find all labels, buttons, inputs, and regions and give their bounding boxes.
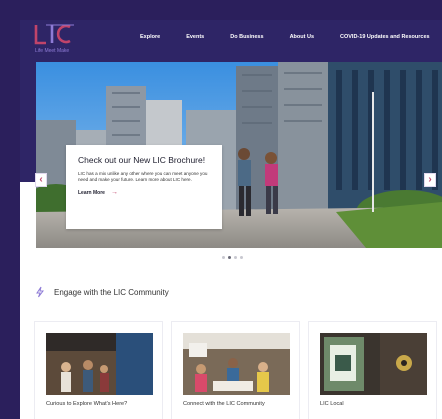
learn-more-label: Learn More xyxy=(78,189,105,196)
carousel-dot[interactable] xyxy=(240,256,243,259)
nav-item-do-business[interactable]: Do Business xyxy=(230,34,263,40)
arrow-right-icon: → xyxy=(110,189,118,196)
card-lic-local[interactable]: LIC Local xyxy=(308,321,437,419)
card-title: Connect with the LIC Community xyxy=(183,401,265,407)
carousel-dot[interactable] xyxy=(222,256,225,259)
engage-title: Engage with the LIC Community xyxy=(54,287,169,297)
top-navigation: Life Meet Make Explore Events Do Busines… xyxy=(20,20,442,62)
card-image xyxy=(46,333,153,395)
nav-item-events[interactable]: Events xyxy=(186,34,204,40)
engage-section-header: Engage with the LIC Community xyxy=(34,286,169,298)
card-title: LIC Local xyxy=(320,401,344,407)
nav-item-covid-updates[interactable]: COVID-19 Updates and Resources xyxy=(340,34,430,40)
nav-item-explore[interactable]: Explore xyxy=(140,34,160,40)
card-explore[interactable]: Curious to Explore What's Here? xyxy=(34,321,163,419)
lic-logo-icon xyxy=(34,24,74,45)
nav-item-about-us[interactable]: About Us xyxy=(290,34,314,40)
carousel-next-button[interactable]: › xyxy=(424,173,436,187)
chevron-left-icon: ‹ xyxy=(39,174,43,185)
carousel-dot-active[interactable] xyxy=(228,256,231,259)
card-image xyxy=(320,333,427,395)
card-connect[interactable]: Connect with the LIC Community xyxy=(171,321,300,419)
chevron-right-icon: › xyxy=(428,174,432,185)
promo-body: LIC has a mix unlike any other where you… xyxy=(78,171,208,182)
lightning-icon xyxy=(36,286,44,298)
lic-logo[interactable]: Life Meet Make xyxy=(34,24,78,58)
carousel-dots xyxy=(222,256,243,259)
learn-more-link[interactable]: Learn More → xyxy=(78,189,210,196)
card-title: Curious to Explore What's Here? xyxy=(46,401,128,407)
card-image xyxy=(183,333,290,395)
browser-frame: Life Meet Make Explore Events Do Busines… xyxy=(20,20,442,419)
carousel-dot[interactable] xyxy=(234,256,237,259)
promo-title: Check out our New LIC Brochure! xyxy=(78,155,206,165)
carousel-prev-button[interactable]: ‹ xyxy=(35,173,47,187)
logo-tagline: Life Meet Make xyxy=(35,48,70,54)
nav-menu: Explore Events Do Business About Us COVI… xyxy=(140,34,430,40)
community-cards: Curious to Explore What's Here? Connect … xyxy=(34,321,437,419)
promo-card: Check out our New LIC Brochure! LIC has … xyxy=(66,145,222,229)
